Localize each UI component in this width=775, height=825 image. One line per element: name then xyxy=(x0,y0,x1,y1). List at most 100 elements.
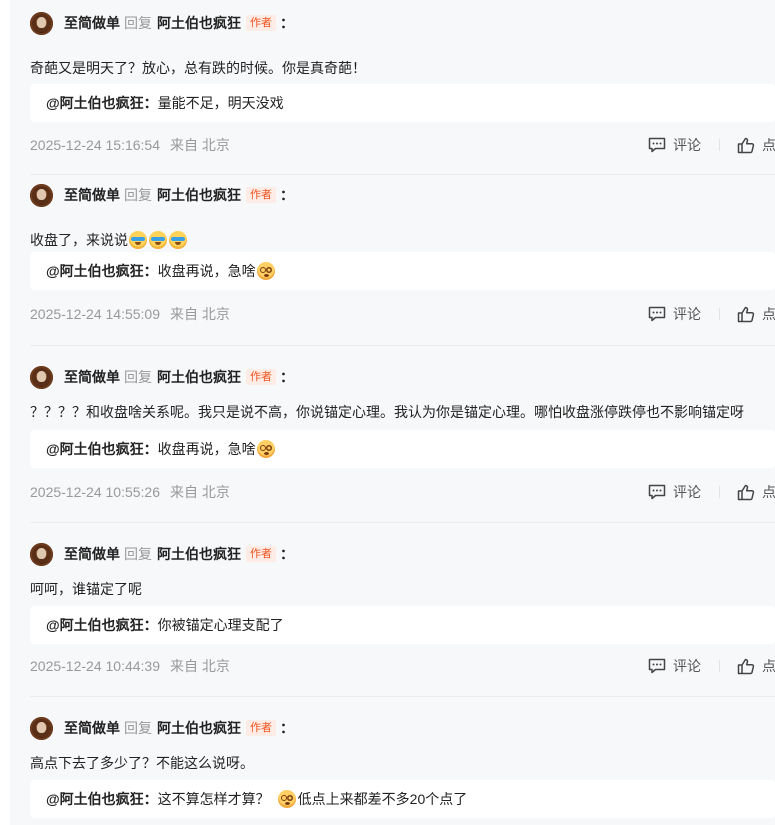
comment-icon xyxy=(648,137,666,153)
divider xyxy=(719,308,720,320)
quoted-text-content: 收盘再说，急啥 xyxy=(157,441,256,457)
reply-word: 回复 xyxy=(124,369,152,385)
author-badge: 作者 xyxy=(246,15,276,31)
quoted-author[interactable]: @阿土伯也疯狂： xyxy=(46,439,158,459)
quoted-text: 量能不足，明天没戏 xyxy=(158,93,284,113)
like-label: 点 xyxy=(762,484,775,500)
comment-button[interactable]: 评论 xyxy=(648,656,701,676)
author-badge: 作者 xyxy=(246,720,276,736)
reply-target-name[interactable]: 阿土伯也疯狂 xyxy=(157,13,241,33)
dizzy-face-emoji xyxy=(256,262,275,280)
avatar[interactable] xyxy=(30,542,53,566)
location: 来自 北京 xyxy=(170,137,230,153)
quoted-text: 你被锚定心理支配了 xyxy=(158,615,284,635)
comment-icon xyxy=(648,484,666,500)
like-label: 点 xyxy=(762,137,775,153)
reply-target-name[interactable]: 阿土伯也疯狂 xyxy=(157,367,241,387)
crying-laughing-emoji xyxy=(169,231,187,249)
comment-text-content: 呵呵，谁锚定了呢 xyxy=(30,581,142,597)
avatar[interactable] xyxy=(30,365,53,389)
item-divider xyxy=(30,345,775,346)
comment-text-content: 奇葩又是明天了？放心，总有跌的时候。你是真奇葩！ xyxy=(30,60,366,76)
comment-header: 至简做单 回复 阿土伯也疯狂 作者 ： xyxy=(30,365,294,389)
comment-button[interactable]: 评论 xyxy=(648,304,701,324)
divider xyxy=(719,486,720,498)
thumbs-up-icon xyxy=(737,484,755,500)
avatar[interactable] xyxy=(30,716,53,740)
colon: ： xyxy=(280,15,294,31)
quoted-text-content: 收盘再说，急啥 xyxy=(157,263,256,279)
quoted-text: 收盘再说，急啥 xyxy=(158,439,276,459)
location: 来自 北京 xyxy=(170,484,230,500)
dizzy-face-emoji xyxy=(256,440,275,458)
comment-icon xyxy=(648,306,666,322)
colon: ： xyxy=(280,187,294,203)
item-divider xyxy=(30,174,775,175)
quoted-text: 收盘再说，急啥 xyxy=(158,261,276,281)
divider xyxy=(719,139,720,151)
comment-label: 评论 xyxy=(673,484,701,500)
quoted-text-continued: 低点上来都差不多20个点了 xyxy=(297,791,468,807)
reply-target-name[interactable]: 阿土伯也疯狂 xyxy=(157,544,241,564)
quoted-reply[interactable]: @阿土伯也疯狂： 量能不足，明天没戏 xyxy=(30,84,775,122)
author-badge: 作者 xyxy=(246,369,276,385)
comment-button[interactable]: 评论 xyxy=(648,482,701,502)
colon: ： xyxy=(280,546,294,562)
author-name[interactable]: 至简做单 xyxy=(64,367,120,387)
quoted-text: 这不算怎样才算？ 低点上来都差不多20个点了 xyxy=(158,789,468,809)
comment-text: 呵呵，谁锚定了呢 xyxy=(30,579,142,599)
avatar[interactable] xyxy=(30,11,53,35)
item-divider xyxy=(30,522,775,523)
timestamp: 2025-12-24 15:16:54 xyxy=(30,137,160,153)
reply-word: 回复 xyxy=(124,15,152,31)
comment-text-content: 高点下去了多少了？不能这么说呀。 xyxy=(30,755,254,771)
like-button[interactable]: 点 xyxy=(737,135,775,155)
quoted-author[interactable]: @阿土伯也疯狂： xyxy=(46,93,158,113)
thumbs-up-icon xyxy=(737,658,755,674)
comment-label: 评论 xyxy=(673,137,701,153)
comment-meta: 2025-12-24 10:55:26 来自 北京 评论 点 xyxy=(30,482,775,502)
quoted-author[interactable]: @阿土伯也疯狂： xyxy=(46,615,158,635)
like-label: 点 xyxy=(762,658,775,674)
author-name[interactable]: 至简做单 xyxy=(64,718,120,738)
quoted-text-content: 量能不足，明天没戏 xyxy=(157,95,284,111)
comment-text-content: ？？？？和收盘啥关系呢。我只是说不高，你说锚定心理。我认为你是锚定心理。哪怕收盘… xyxy=(30,404,744,420)
like-button[interactable]: 点 xyxy=(737,304,775,324)
quoted-reply[interactable]: @阿土伯也疯狂： 你被锚定心理支配了 xyxy=(30,606,775,644)
quoted-reply[interactable]: @阿土伯也疯狂： 这不算怎样才算？ 低点上来都差不多20个点了 xyxy=(30,780,775,818)
comment-label: 评论 xyxy=(673,658,701,674)
thumbs-up-icon xyxy=(737,306,755,322)
quoted-reply[interactable]: @阿土伯也疯狂： 收盘再说，急啥 xyxy=(30,430,775,468)
comment-text: 高点下去了多少了？不能这么说呀。 xyxy=(30,753,254,773)
quoted-author[interactable]: @阿土伯也疯狂： xyxy=(46,789,158,809)
comment-text: 奇葩又是明天了？放心，总有跌的时候。你是真奇葩！ xyxy=(30,58,366,78)
reply-target-name[interactable]: 阿土伯也疯狂 xyxy=(157,718,241,738)
quoted-author[interactable]: @阿土伯也疯狂： xyxy=(46,261,158,281)
quoted-reply[interactable]: @阿土伯也疯狂： 收盘再说，急啥 xyxy=(30,252,775,290)
comment-meta: 2025-12-24 14:55:09 来自 北京 评论 点 xyxy=(30,304,775,324)
comment-button[interactable]: 评论 xyxy=(648,135,701,155)
author-name[interactable]: 至简做单 xyxy=(64,185,120,205)
comment-thread: 至简做单 回复 阿土伯也疯狂 作者 ： 奇葩又是明天了？放心，总有跌的时候。你是… xyxy=(10,0,775,825)
comment-label: 评论 xyxy=(673,306,701,322)
crying-laughing-emoji xyxy=(149,231,167,249)
reply-word: 回复 xyxy=(124,720,152,736)
comment-text: 收盘了，来说说 xyxy=(30,230,188,250)
timestamp: 2025-12-24 10:55:26 xyxy=(30,484,160,500)
avatar[interactable] xyxy=(30,183,53,207)
author-name[interactable]: 至简做单 xyxy=(64,13,120,33)
like-label: 点 xyxy=(762,306,775,322)
like-button[interactable]: 点 xyxy=(737,482,775,502)
comment-meta: 2025-12-24 10:44:39 来自 北京 评论 点 xyxy=(30,656,775,676)
timestamp: 2025-12-24 14:55:09 xyxy=(30,306,160,322)
author-name[interactable]: 至简做单 xyxy=(64,544,120,564)
comment-meta: 2025-12-24 15:16:54 来自 北京 评论 点 xyxy=(30,135,775,155)
author-badge: 作者 xyxy=(246,546,276,562)
crying-laughing-emoji xyxy=(129,231,147,249)
reply-target-name[interactable]: 阿土伯也疯狂 xyxy=(157,185,241,205)
quoted-text-content: 你被锚定心理支配了 xyxy=(157,617,284,633)
location: 来自 北京 xyxy=(170,658,230,674)
comment-header: 至简做单 回复 阿土伯也疯狂 作者 ： xyxy=(30,716,294,740)
like-button[interactable]: 点 xyxy=(737,656,775,676)
comment-header: 至简做单 回复 阿土伯也疯狂 作者 ： xyxy=(30,183,294,207)
